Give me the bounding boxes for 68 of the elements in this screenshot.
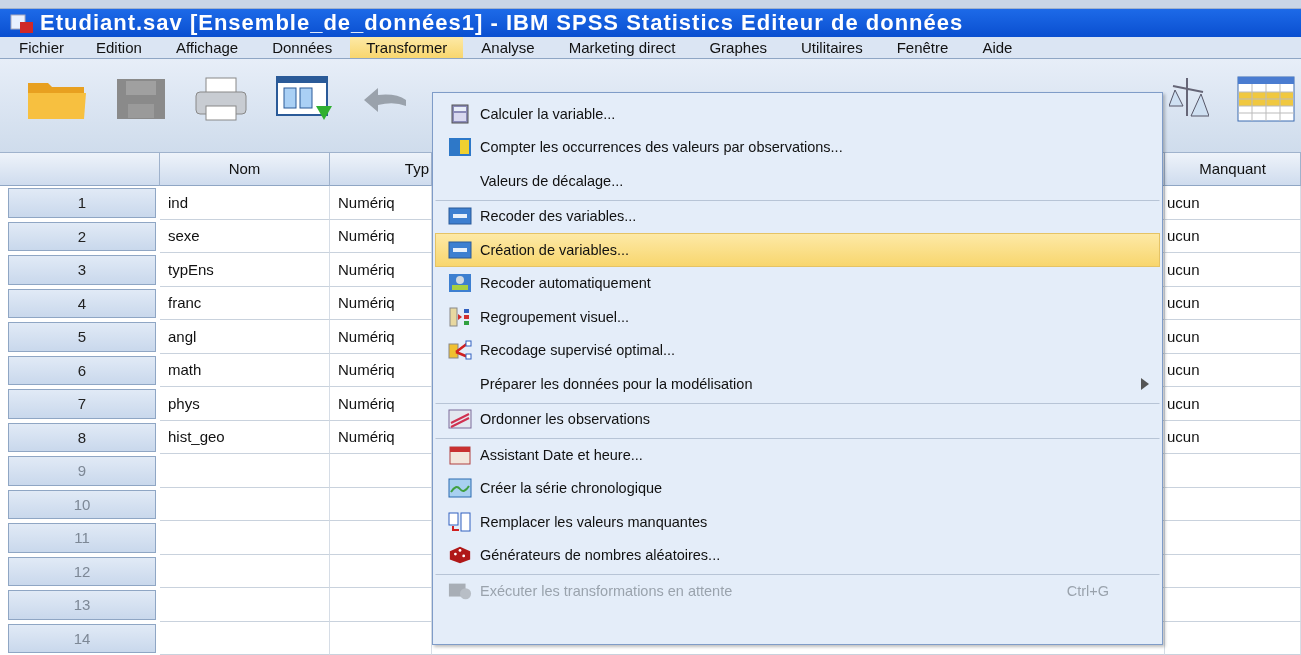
print-icon[interactable]	[194, 76, 248, 123]
variable-question-icon	[448, 137, 472, 158]
menu-item[interactable]: Créer la série chronologique	[435, 471, 1160, 505]
column-header: Typ	[330, 152, 432, 186]
branch-icon	[448, 340, 472, 361]
auto-recode-icon	[448, 273, 472, 294]
column-header: Nom	[160, 152, 330, 186]
menu-item[interactable]: Calculer la variable...	[435, 97, 1160, 131]
table-cell: ucun	[1165, 353, 1301, 387]
menu-item[interactable]: Valeurs de décalage...	[435, 164, 1160, 198]
save-icon[interactable]	[116, 78, 166, 121]
calendar-icon	[449, 444, 471, 465]
app-icon	[10, 11, 34, 34]
row-number[interactable]: 4	[8, 288, 156, 318]
table-cell: typEns	[160, 253, 330, 287]
table-cell: ucun	[1165, 286, 1301, 320]
recode-icon	[448, 240, 472, 259]
menu-item[interactable]: Analyse	[465, 36, 551, 58]
menu-item[interactable]: Regroupement visuel...	[435, 300, 1160, 334]
menu-item[interactable]: Ordonner les observations	[435, 402, 1160, 436]
table-cell: ucun	[1165, 320, 1301, 354]
table-cell: sexe	[160, 219, 330, 253]
menu-item[interactable]: Utilitaires	[785, 36, 879, 58]
row-number[interactable]: 7	[8, 389, 156, 419]
row-number[interactable]: 2	[8, 221, 156, 251]
table-cell: ucun	[1165, 387, 1301, 421]
table-cell: ucun	[1165, 186, 1301, 220]
table-cell: hist_geo	[160, 420, 330, 454]
table-cell: ucun	[1165, 219, 1301, 253]
menu-item[interactable]: Aide	[966, 36, 1029, 58]
table-cell: franc	[160, 286, 330, 320]
calculator-icon	[451, 103, 469, 124]
table-cell: ucun	[1165, 253, 1301, 287]
menu-item[interactable]: Transformer	[350, 36, 464, 58]
row-number[interactable]: 3	[8, 255, 156, 285]
menu-item[interactable]: Remplacer les valeurs manquantes	[435, 505, 1160, 539]
menu-item[interactable]: Création de variables...	[435, 233, 1160, 267]
row-number[interactable]: 5	[8, 322, 156, 352]
table-icon[interactable]	[1237, 76, 1295, 123]
row-number[interactable]: 1	[8, 188, 156, 218]
recode-icon	[448, 207, 472, 226]
menu-item[interactable]: Recoder automatiquement	[435, 266, 1160, 300]
table-cell: ucun	[1165, 420, 1301, 454]
menu-item[interactable]: Préparer les données pour la modélisation	[435, 367, 1160, 401]
menu-item[interactable]: Fichier	[3, 36, 80, 58]
menu-item[interactable]: Recodage supervisé optimal...	[435, 333, 1160, 367]
row-number[interactable]: 8	[8, 422, 156, 452]
dice-icon	[448, 545, 472, 566]
table-cell: angl	[160, 320, 330, 354]
submenu-arrow-icon	[1141, 377, 1149, 390]
menu-item[interactable]: Marketing direct	[552, 36, 692, 58]
table-cell: ind	[160, 186, 330, 220]
window-title: Etudiant.sav [Ensemble_de_données1] - IBM SPSS Statistics Editeur de données	[40, 9, 964, 36]
column-header: Manquant	[1165, 152, 1301, 186]
menu-item[interactable]: Edition	[80, 36, 158, 58]
menu-item[interactable]: Compter les occurrences des valeurs par observations...	[435, 130, 1160, 164]
sort-icon	[448, 409, 472, 430]
row-number[interactable]: 6	[8, 355, 156, 385]
replace-icon	[448, 511, 472, 532]
table-cell: phys	[160, 387, 330, 421]
menu-item[interactable]: Fenêtre	[880, 36, 965, 58]
menu-item[interactable]: Générateurs de nombres aléatoires...	[435, 538, 1160, 572]
table-cell: math	[160, 353, 330, 387]
menu-item[interactable]: Assistant Date et heure...	[435, 438, 1160, 472]
menu-item[interactable]: Affichage	[159, 36, 255, 58]
menu-item[interactable]: Graphes	[693, 36, 783, 58]
binning-icon	[449, 306, 471, 327]
menu-item[interactable]: Données	[256, 36, 349, 58]
